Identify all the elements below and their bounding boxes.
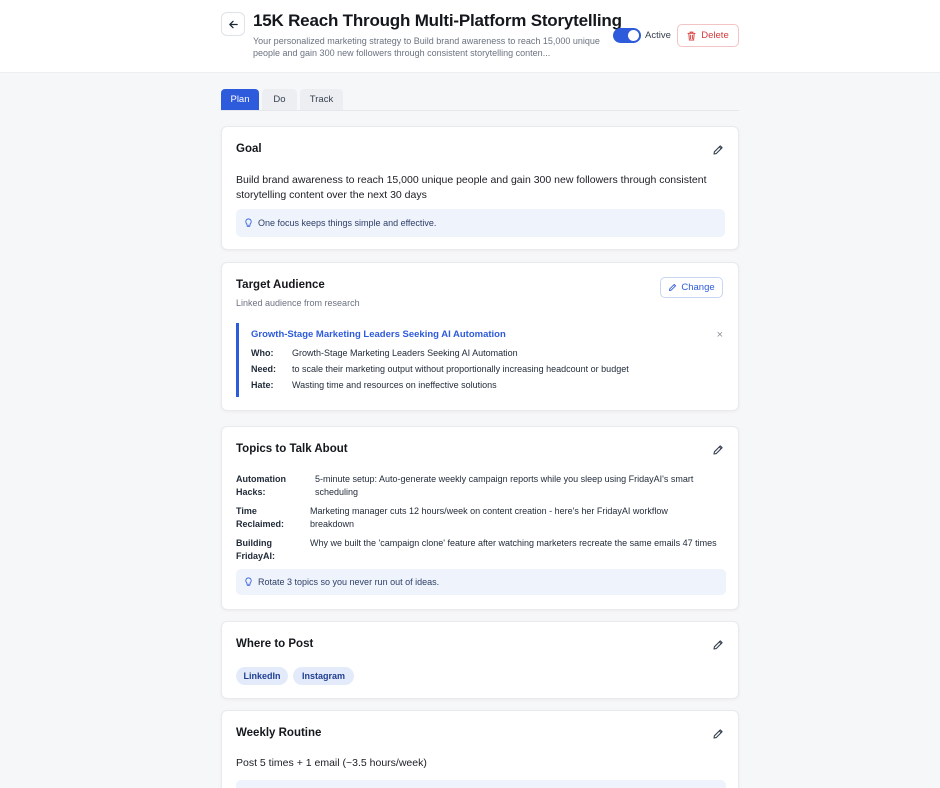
change-audience-button[interactable]: Change <box>660 277 723 298</box>
audience-row-key: Hate: <box>251 380 274 390</box>
pencil-icon[interactable] <box>712 144 724 156</box>
topic-value: Why we built the 'campaign clone' featur… <box>310 538 717 548</box>
active-label: Active <box>645 30 671 41</box>
routine-hint <box>236 780 726 788</box>
topic-value: Marketing manager cuts 12 hours/week on … <box>310 506 668 529</box>
page-title: 15K Reach Through Multi-Platform Storyte… <box>253 11 622 30</box>
pencil-icon[interactable] <box>712 444 724 456</box>
audience-row-key: Who: <box>251 348 274 358</box>
pencil-icon[interactable] <box>712 639 724 651</box>
close-icon[interactable]: × <box>717 329 723 341</box>
toggle-knob <box>628 30 639 41</box>
lightbulb-icon <box>245 577 252 587</box>
active-toggle[interactable] <box>613 28 641 43</box>
pencil-icon <box>669 283 677 291</box>
audience-subtitle: Linked audience from research <box>236 298 360 308</box>
audience-row-key: Need: <box>251 364 277 374</box>
audience-row-value: Wasting time and resources on ineffectiv… <box>292 380 497 390</box>
audience-row-value: to scale their marketing output without … <box>292 364 629 374</box>
where-card: Where to Post LinkedIn Instagram <box>221 621 739 699</box>
audience-card: Target Audience Linked audience from res… <box>221 262 739 411</box>
audience-row-value: Growth-Stage Marketing Leaders Seeking A… <box>292 348 518 358</box>
topics-hint-text: Rotate 3 topics so you never run out of … <box>258 577 440 587</box>
topic-key: Automation Hacks: <box>236 474 286 497</box>
audience-name[interactable]: Growth-Stage Marketing Leaders Seeking A… <box>251 329 506 340</box>
topic-item: Time Reclaimed: Marketing manager cuts 1… <box>236 505 728 531</box>
audience-title: Target Audience <box>236 279 325 291</box>
goal-hint-text: One focus keeps things simple and effect… <box>258 218 437 228</box>
lightbulb-icon <box>245 218 252 228</box>
arrow-left-icon <box>228 20 238 28</box>
page-subtitle: Your personalized marketing strategy to … <box>253 36 600 58</box>
topics-card: Topics to Talk About Automation Hacks: 5… <box>221 426 739 610</box>
tab-bar: Plan Do Track <box>221 89 739 111</box>
tab-track[interactable]: Track <box>300 89 343 110</box>
back-button[interactable] <box>221 12 245 36</box>
goal-title: Goal <box>236 143 262 155</box>
topic-item: Automation Hacks: 5-minute setup: Auto-g… <box>236 473 728 499</box>
platform-chip-linkedin[interactable]: LinkedIn <box>236 667 288 685</box>
tab-plan[interactable]: Plan <box>221 89 259 110</box>
routine-card: Weekly Routine Post 5 times + 1 email (~… <box>221 710 739 788</box>
where-title: Where to Post <box>236 638 314 650</box>
change-label: Change <box>681 282 715 293</box>
tab-do[interactable]: Do <box>262 89 297 110</box>
goal-card: Goal Build brand awareness to reach 15,0… <box>221 126 739 250</box>
topics-hint: Rotate 3 topics so you never run out of … <box>236 569 726 595</box>
goal-text: Build brand awareness to reach 15,000 un… <box>236 174 707 201</box>
platform-chip-instagram[interactable]: Instagram <box>293 667 354 685</box>
pencil-icon[interactable] <box>712 728 724 740</box>
topic-item: Building FridayAI: Why we built the 'cam… <box>236 537 728 563</box>
delete-button[interactable]: Delete <box>677 24 739 47</box>
topic-key: Time Reclaimed: <box>236 506 285 529</box>
topic-value: 5-minute setup: Auto-generate weekly cam… <box>315 474 694 497</box>
delete-label: Delete <box>701 30 729 41</box>
topic-key: Building FridayAI: <box>236 538 276 561</box>
topics-title: Topics to Talk About <box>236 443 348 455</box>
goal-hint: One focus keeps things simple and effect… <box>236 209 725 237</box>
trash-icon <box>687 31 696 40</box>
linked-audience: Growth-Stage Marketing Leaders Seeking A… <box>236 323 725 397</box>
page-header: 15K Reach Through Multi-Platform Storyte… <box>0 0 940 73</box>
routine-text: Post 5 times + 1 email (~3.5 hours/week) <box>236 757 427 769</box>
routine-title: Weekly Routine <box>236 727 322 739</box>
